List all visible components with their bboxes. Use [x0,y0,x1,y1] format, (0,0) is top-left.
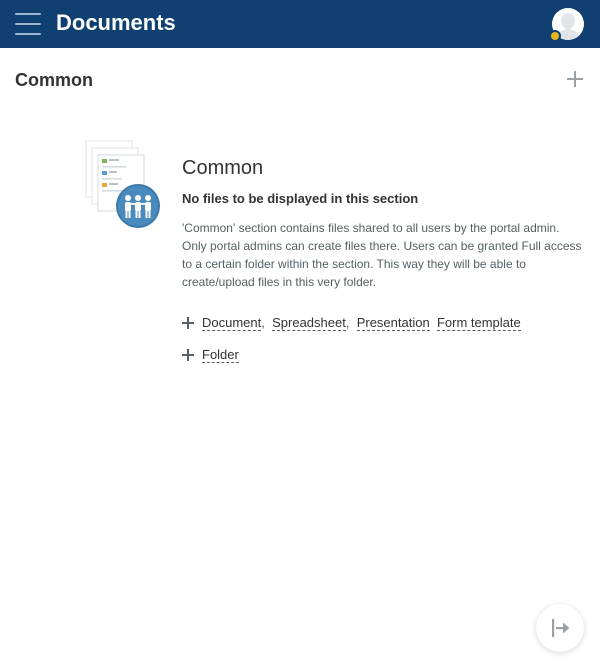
section-title: Common [15,70,93,90]
hamburger-menu-icon[interactable] [14,11,42,37]
logout-arrow-icon [552,619,570,637]
app-title: Documents [56,10,176,35]
create-folder-link[interactable]: Folder [202,347,239,363]
plus-icon [182,349,194,361]
create-document-link[interactable]: Document [202,315,262,331]
link-separator: , [345,315,350,330]
top-bar: Documents [0,0,600,48]
shared-documents-people-icon [85,140,160,228]
link-separator: , [261,315,265,330]
plus-icon [182,317,194,329]
notification-badge-icon [549,30,561,42]
logout-button[interactable] [536,604,584,652]
empty-state-subtitle: No files to be displayed in this section [182,191,419,206]
create-presentation-link[interactable]: Presentation [356,315,430,331]
create-form-template-link[interactable]: Form template [436,315,521,331]
empty-state-title: Common [182,157,264,179]
create-spreadsheet-link[interactable]: Spreadsheet [272,315,346,331]
add-plus-icon[interactable] [566,70,584,88]
empty-state-description: 'Common' section contains files shared t… [182,221,582,289]
